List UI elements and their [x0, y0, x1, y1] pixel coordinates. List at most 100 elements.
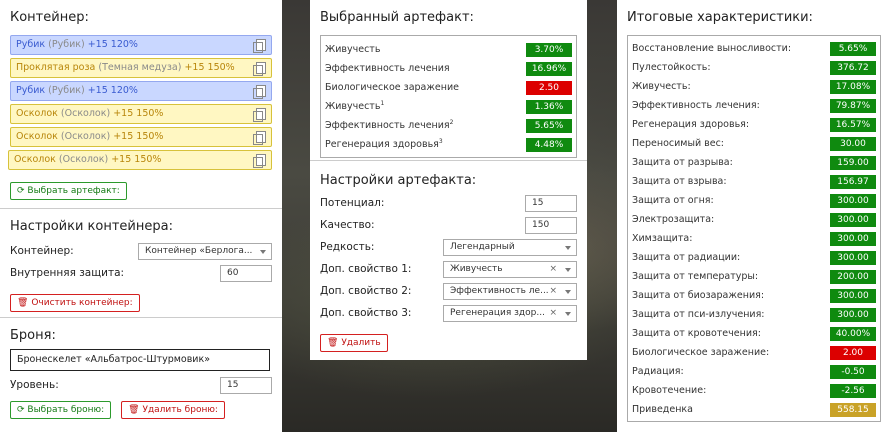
- container-label: Контейнер:: [10, 245, 74, 257]
- stat-value: -2.56: [830, 383, 876, 398]
- delete-artifact-button[interactable]: 🗑 Удалить: [320, 334, 388, 352]
- chevron-down-icon: [565, 267, 571, 272]
- stat-name: Радиация:: [632, 366, 684, 377]
- container-item[interactable]: Рубик (Рубик) +15 120%: [10, 81, 272, 101]
- armor-title: Броня:: [10, 328, 56, 343]
- extra2-label: Доп. свойство 2:: [320, 285, 412, 297]
- stat-name: Регенерация здоровья:: [632, 119, 750, 130]
- stat-value: 159.00: [830, 155, 876, 170]
- rarity-label: Редкость:: [320, 241, 375, 253]
- select-armor-button[interactable]: ⟳ Выбрать броню:: [10, 401, 112, 419]
- quality-label: Качество:: [320, 219, 375, 231]
- item-subname: (Темная медуза): [98, 62, 182, 73]
- stat-value: 30.00: [830, 136, 876, 151]
- container-item[interactable]: Рубик (Рубик) +15 120%: [10, 35, 272, 55]
- stat-value: 558.15: [830, 402, 876, 417]
- stat-name: Восстановление выносливости:: [632, 43, 792, 54]
- delete-armor-button[interactable]: 🗑 Удалить броню:: [121, 401, 225, 419]
- container-settings-title: Настройки контейнера:: [10, 219, 173, 234]
- extra1-row: Доп. свойство 1: Живучесть ×: [320, 258, 577, 280]
- extra3-row: Доп. свойство 3: Регенерация здор... ×: [320, 302, 577, 324]
- left-panel: Контейнер: Рубик (Рубик) +15 120% Проклят…: [0, 0, 282, 432]
- copy-icon[interactable]: [253, 154, 266, 168]
- stat-value: 200.00: [830, 269, 876, 284]
- clear-icon[interactable]: ×: [549, 262, 557, 277]
- rarity-select[interactable]: Легендарный: [443, 238, 577, 256]
- stat-row: Регенерация здоровья: 16.57%: [632, 115, 876, 134]
- stat-name: Защита от пси-излучения:: [632, 309, 765, 320]
- stat-row: Живучесть 3.70%: [325, 40, 572, 59]
- item-subname: (Осколок): [60, 108, 111, 119]
- stat-row: Приведенка 558.15: [632, 400, 876, 419]
- stat-value: 300.00: [830, 231, 876, 246]
- copy-icon[interactable]: [253, 85, 266, 99]
- stat-row: Защита от разрыва: 159.00: [632, 153, 876, 172]
- quality-input[interactable]: 150: [525, 216, 577, 234]
- container-item[interactable]: Осколок (Осколок) +15 150%: [8, 150, 272, 170]
- right-panel: Итоговые характеристики: Восстановление …: [617, 0, 891, 432]
- artifact-settings-section: Настройки артефакта: Потенциал: 15 Качест…: [310, 161, 587, 360]
- selected-stats: Живучесть 3.70% Эффективность лечения 16.96…: [320, 35, 577, 158]
- container-select[interactable]: Контейнер «Берлога...: [138, 242, 272, 260]
- stat-name: Эффективность лечения: [325, 63, 450, 74]
- extra2-select[interactable]: Эффективность ле... ×: [443, 282, 577, 300]
- clear-icon[interactable]: ×: [549, 284, 557, 299]
- copy-icon[interactable]: [253, 131, 266, 145]
- container-item[interactable]: Осколок (Осколок) +15 150%: [10, 127, 272, 147]
- stat-row: Электрозащита: 300.00: [632, 210, 876, 229]
- stat-name: Живучесть: [325, 44, 381, 55]
- item-bonus: +15 120%: [84, 39, 138, 50]
- container-item[interactable]: Проклятая роза (Темная медуза) +15 150%: [10, 58, 272, 78]
- stat-row: Регенерация здоровья3 4.48%: [325, 135, 572, 154]
- stat-value: 40.00%: [830, 326, 876, 341]
- extra1-value: Живучесть: [450, 263, 503, 274]
- stat-row: Живучесть: 17.08%: [632, 77, 876, 96]
- stat-name: Защита от радиации:: [632, 252, 741, 263]
- item-subname: (Осколок): [60, 131, 111, 142]
- stat-row: Защита от биозаражения: 300.00: [632, 286, 876, 305]
- item-name: Осколок: [14, 154, 56, 165]
- item-name: Осколок: [16, 131, 58, 142]
- stat-value: 4.48%: [526, 137, 572, 152]
- copy-icon[interactable]: [253, 108, 266, 122]
- extra3-select[interactable]: Регенерация здор... ×: [443, 304, 577, 322]
- protection-row: Внутренняя защита: 60: [10, 262, 272, 284]
- stat-name: Живучесть1: [325, 100, 385, 113]
- level-input[interactable]: 15: [220, 376, 272, 394]
- chevron-down-icon: [565, 289, 571, 294]
- item-name: Осколок: [16, 108, 58, 119]
- selected-title: Выбранный артефакт:: [320, 10, 474, 25]
- extra1-select[interactable]: Живучесть ×: [443, 260, 577, 278]
- stat-value: 79.87%: [830, 98, 876, 113]
- stat-value: 5.65%: [830, 41, 876, 56]
- stat-row: Защита от взрыва: 156.97: [632, 172, 876, 191]
- item-subname: (Рубик): [48, 39, 85, 50]
- stat-name: Кровотечение:: [632, 385, 707, 396]
- armor-field[interactable]: Бронескелет «Альбатрос-Штурмовик»: [10, 349, 270, 371]
- copy-icon[interactable]: [253, 39, 266, 53]
- stat-name: Переносимый вес:: [632, 138, 725, 149]
- potential-input[interactable]: 15: [525, 194, 577, 212]
- container-item[interactable]: Осколок (Осколок) +15 150%: [10, 104, 272, 124]
- stat-value: 3.70%: [526, 42, 572, 57]
- select-artifact-button[interactable]: ⟳ Выбрать артефакт:: [10, 182, 127, 200]
- stat-value: 300.00: [830, 193, 876, 208]
- stat-name: Защита от разрыва:: [632, 157, 733, 168]
- stat-value: -0.50: [830, 364, 876, 379]
- extra3-value: Регенерация здор...: [450, 307, 545, 318]
- stat-name: Эффективность лечения:: [632, 100, 760, 111]
- clear-icon[interactable]: ×: [549, 306, 557, 321]
- item-name: Рубик: [16, 85, 46, 96]
- protection-label: Внутренняя защита:: [10, 267, 125, 279]
- stat-name: Химзащита:: [632, 233, 693, 244]
- stat-row: Биологическое заражение 2.50: [325, 78, 572, 97]
- clear-container-button[interactable]: 🗑 Очистить контейнер:: [10, 294, 140, 312]
- stat-row: Химзащита: 300.00: [632, 229, 876, 248]
- protection-input[interactable]: 60: [220, 264, 272, 282]
- copy-icon[interactable]: [253, 62, 266, 76]
- stat-name: Защита от температуры:: [632, 271, 759, 282]
- middle-panel: Выбранный артефакт: Живучесть 3.70% Эффект…: [310, 0, 587, 360]
- stat-name: Защита от биозаражения:: [632, 290, 765, 301]
- stat-value: 17.08%: [830, 79, 876, 94]
- stat-row: Защита от температуры: 200.00: [632, 267, 876, 286]
